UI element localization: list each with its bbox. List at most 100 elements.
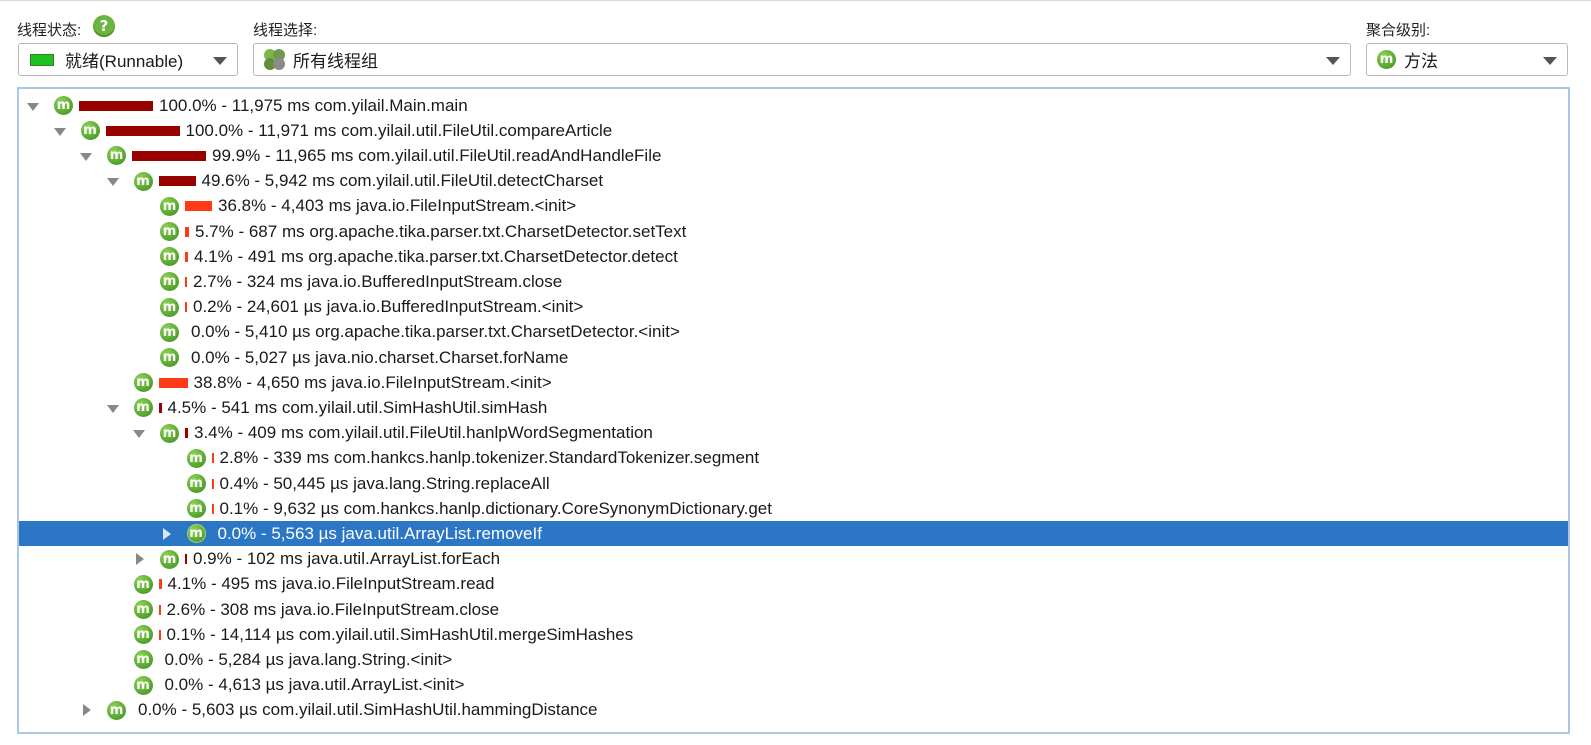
tree-row-label: 2.7% - 324 ms java.io.BufferedInputStrea…	[193, 271, 563, 291]
tree-row[interactable]: m 0.1% - 14,114 µs com.yilail.util.SimHas…	[19, 622, 1568, 647]
tree-row[interactable]: m 4.5% - 541 ms com.yilail.util.SimHashUt…	[19, 395, 1568, 420]
aggregation-value: 方法	[1404, 52, 1438, 71]
tree-row[interactable]: m 0.0% - 5,563 µs java.util.ArrayList.rem…	[19, 521, 1568, 547]
method-icon: m	[133, 398, 153, 418]
chevron-down-icon	[213, 57, 227, 65]
time-percentage-bar	[158, 579, 162, 590]
tree-row[interactable]: m 0.0% - 5,284 µs java.lang.String.<init>	[19, 647, 1568, 672]
tree-row-label: 4.1% - 495 ms java.io.FileInputStream.re…	[167, 574, 495, 594]
method-icon: m	[160, 423, 179, 443]
tree-row[interactable]: m 2.8% - 339 ms com.hankcs.hanlp.tokenize…	[19, 446, 1568, 471]
time-percentage-bar	[185, 226, 189, 237]
aggregation-dropdown[interactable]: m 方法	[1366, 43, 1568, 76]
collapse-toggle-icon[interactable]	[106, 402, 119, 414]
tree-row[interactable]: m 38.8% - 4,650 ms java.io.FileInputStrea…	[19, 370, 1568, 395]
tree-row[interactable]: m 0.0% - 5,410 µs org.apache.tika.parser.…	[19, 320, 1568, 345]
time-percentage-bar	[185, 428, 188, 439]
runnable-color-swatch	[30, 53, 54, 66]
thread-select-label: 线程选择:	[253, 22, 318, 39]
tree-row[interactable]: m 49.6% - 5,942 ms com.yilail.util.FileUt…	[19, 169, 1568, 194]
tree-row[interactable]: m 100.0% - 11,975 ms com.yilail.Main.main	[19, 93, 1568, 118]
collapse-toggle-icon[interactable]	[27, 100, 39, 112]
time-percentage-bar	[185, 302, 187, 313]
expand-toggle-icon[interactable]	[80, 704, 92, 717]
tree-row[interactable]: m 0.4% - 50,445 µs java.lang.String.repla…	[19, 471, 1568, 496]
method-icon: m	[107, 700, 126, 720]
tree-row[interactable]: m 36.8% - 4,403 ms java.io.FileInputStrea…	[19, 194, 1568, 219]
tree-row[interactable]: m 5.7% - 687 ms org.apache.tika.parser.tx…	[19, 219, 1568, 244]
call-tree[interactable]: m 100.0% - 11,975 ms com.yilail.Main.main…	[17, 87, 1570, 734]
chevron-down-icon	[1326, 57, 1340, 65]
tree-row-label: 49.6% - 5,942 ms com.yilail.util.FileUti…	[201, 171, 604, 191]
time-percentage-bar	[105, 125, 180, 136]
tree-row-label: 100.0% - 11,971 ms com.yilail.util.FileU…	[185, 120, 613, 140]
method-icon: m	[133, 171, 153, 191]
tree-row[interactable]: m 0.1% - 9,632 µs com.hankcs.hanlp.dictio…	[19, 496, 1568, 521]
tree-row-label: 0.0% - 5,410 µs org.apache.tika.parser.t…	[191, 322, 680, 342]
tree-row[interactable]: m 0.9% - 102 ms java.util.ArrayList.forEa…	[19, 547, 1568, 572]
tree-row-label: 0.0% - 4,613 µs java.util.ArrayList.<ini…	[164, 675, 465, 695]
tree-row-label: 0.9% - 102 ms java.util.ArrayList.forEac…	[193, 549, 501, 569]
tree-row[interactable]: m 0.0% - 5,027 µs java.nio.charset.Charse…	[19, 345, 1568, 370]
method-icon: m	[157, 295, 179, 317]
time-percentage-bar	[132, 150, 206, 161]
thread-state-dropdown[interactable]: 就绪(Runnable)	[18, 43, 238, 76]
time-percentage-bar	[158, 402, 162, 413]
tree-row-label: 0.0% - 5,284 µs java.lang.String.<init>	[164, 649, 453, 669]
expand-toggle-icon[interactable]	[160, 527, 172, 540]
tree-row-label: 0.4% - 50,445 µs java.lang.String.replac…	[219, 473, 550, 493]
thread-state-label: 线程状态:	[17, 22, 82, 39]
collapse-toggle-icon[interactable]	[53, 125, 66, 137]
tree-row-label: 4.1% - 491 ms org.apache.tika.parser.txt…	[194, 246, 678, 266]
tree-row[interactable]: m 4.1% - 495 ms java.io.FileInputStream.r…	[19, 572, 1568, 597]
tree-row-label: 5.7% - 687 ms org.apache.tika.parser.txt…	[195, 221, 687, 241]
tree-row-label: 0.2% - 24,601 µs java.io.BufferedInputSt…	[193, 297, 584, 317]
method-icon: m	[160, 322, 179, 342]
tree-row-label: 0.0% - 5,603 µs com.yilail.util.SimHashU…	[138, 700, 598, 720]
tree-row[interactable]: m 2.6% - 308 ms java.io.FileInputStream.c…	[19, 597, 1568, 622]
time-percentage-bar	[185, 276, 187, 287]
method-icon: m	[130, 673, 153, 695]
thread-select-dropdown[interactable]: 所有线程组	[253, 43, 1351, 76]
time-percentage-bar	[211, 453, 214, 464]
method-icon: m	[130, 572, 153, 594]
tree-row[interactable]: m 0.0% - 5,603 µs com.yilail.util.SimHash…	[19, 698, 1568, 723]
chevron-down-icon	[1543, 57, 1557, 65]
collapse-toggle-icon[interactable]	[133, 427, 145, 439]
tree-row[interactable]: m 100.0% - 11,971 ms com.yilail.util.File…	[19, 118, 1568, 143]
tree-row[interactable]: m 2.7% - 324 ms java.io.BufferedInputStre…	[19, 269, 1568, 294]
method-icon: m	[80, 121, 100, 141]
tree-row[interactable]: m 3.4% - 409 ms com.yilail.util.FileUtil.…	[19, 421, 1568, 446]
tree-row-label: 2.8% - 339 ms com.hankcs.hanlp.tokenizer…	[219, 448, 760, 468]
tree-row-label: 99.9% - 11,965 ms com.yilail.util.FileUt…	[212, 145, 662, 165]
time-percentage-bar	[158, 176, 196, 187]
toolbar: 线程状态: ? 就绪(Runnable) 线程选择: 所有线程组 聚合级别: m…	[0, 0, 1591, 88]
collapse-toggle-icon[interactable]	[106, 175, 119, 187]
tree-row[interactable]: m 0.0% - 4,613 µs java.util.ArrayList.<in…	[19, 673, 1568, 698]
tree-row[interactable]: m 4.1% - 491 ms org.apache.tika.parser.tx…	[19, 244, 1568, 269]
time-percentage-bar	[211, 503, 214, 514]
tree-row[interactable]: m 0.2% - 24,601 µs java.io.BufferedInputS…	[19, 295, 1568, 320]
method-icon: m	[157, 245, 179, 267]
thread-group-icon	[264, 48, 286, 71]
collapse-toggle-icon[interactable]	[80, 150, 92, 162]
help-icon[interactable]: ?	[93, 15, 115, 37]
tree-row-label: 3.4% - 409 ms com.yilail.util.FileUtil.h…	[194, 423, 653, 443]
time-percentage-bar	[185, 554, 187, 565]
tree-row[interactable]: m 99.9% - 11,965 ms com.yilail.util.FileU…	[19, 143, 1568, 168]
time-percentage-bar	[158, 604, 161, 615]
tree-row-label: 2.6% - 308 ms java.io.FileInputStream.cl…	[166, 599, 500, 619]
method-icon: m	[130, 648, 153, 670]
expand-toggle-icon[interactable]	[133, 553, 145, 566]
time-percentage-bar	[185, 251, 188, 262]
